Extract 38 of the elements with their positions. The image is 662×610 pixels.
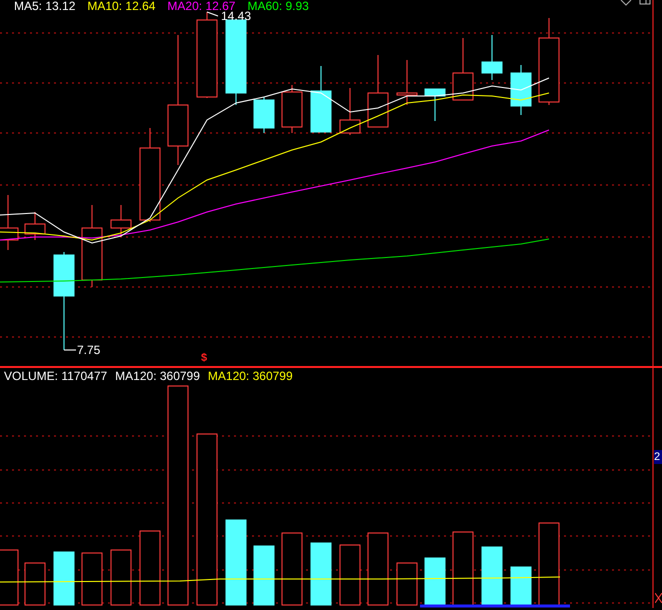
volume-bar: [54, 552, 74, 606]
candlestick: [452, 38, 474, 100]
candlestick: [310, 66, 332, 132]
volume-legend-label: VOLUME: 1170477: [4, 370, 108, 382]
candlestick: [340, 88, 360, 136]
window-icon[interactable]: [639, 0, 651, 6]
volume-bar: [110, 550, 132, 606]
volume-bar: [254, 546, 274, 606]
volume-bar: [310, 542, 332, 606]
candlestick: [482, 34, 502, 80]
volume-bar: [482, 546, 502, 606]
event-marker: $: [201, 353, 208, 364]
candlestick: [254, 96, 274, 134]
axis-badge: 2: [654, 450, 662, 464]
candlestick: [424, 88, 446, 122]
legend-label: MA20: 12.67: [167, 0, 236, 12]
high-price-label: 14.43: [221, 10, 252, 23]
legend-label: MA5: 13.12: [14, 0, 76, 12]
candlestick: [24, 212, 46, 240]
candlestick: [510, 64, 532, 116]
dropdown-icon[interactable]: [620, 0, 632, 6]
volume-bar: [510, 566, 532, 606]
volume-bar: [396, 562, 418, 606]
candlestick: [110, 204, 132, 236]
legend-label: MA60: 9.93: [247, 0, 309, 12]
candlestick: [396, 60, 418, 106]
volume-legend-label: MA120: 360799: [208, 370, 293, 382]
volume-legend-label: MA120: 360799: [115, 370, 200, 382]
leader-line: [206, 12, 218, 16]
volume-bar: [424, 558, 446, 606]
volume-bar: [24, 562, 46, 606]
candlestick: [282, 84, 302, 134]
legend-label: MA10: 12.64: [87, 0, 156, 12]
close-icon[interactable]: [655, 593, 662, 603]
volume-bar: [340, 544, 360, 606]
volume-bar: [82, 552, 102, 606]
low-price-label: 7.75: [77, 344, 100, 357]
scroll-bar[interactable]: [420, 604, 570, 608]
